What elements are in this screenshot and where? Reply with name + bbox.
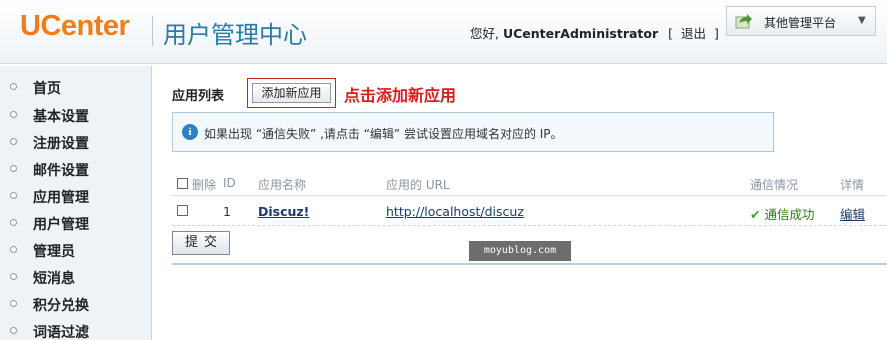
notice-text: 如果出现 “通信失败” ,请点击 “编辑” 尝试设置应用域名对应的 IP。 [204,127,563,141]
divider [172,263,887,265]
sidebar-item-label: 注册设置 [33,136,89,152]
col-detail: 详情 [840,178,865,192]
platform-switcher[interactable]: 其他管理平台 ▼ [726,6,876,36]
annotation-text: 点击添加新应用 [344,86,457,105]
app-name-link[interactable]: Discuz! [258,204,309,219]
submit-button[interactable]: 提交 [172,231,230,255]
sidebar-item-basic-settings[interactable]: 基本设置 [0,102,152,129]
bullet-icon [10,165,17,172]
check-icon: ✔ [750,207,761,222]
sidebar-item-label: 应用管理 [33,190,89,206]
username: UCenterAdministrator [502,26,659,41]
info-icon: i [182,124,198,140]
bullet-icon [10,273,17,280]
col-id: ID [223,176,236,190]
bullet-icon [10,327,17,334]
page-title: 用户管理中心 [163,21,307,49]
logo-divider [152,16,153,46]
logo: UCenter [20,10,130,42]
bullet-icon [10,111,17,118]
sidebar-item-app-management[interactable]: 应用管理 [0,183,152,210]
bullet-icon [10,83,17,90]
bullet-icon [10,138,17,145]
sidebar-item-label: 管理员 [33,244,75,260]
logout-bracket-open: [ [668,26,674,41]
chevron-down-icon: ▼ [858,15,866,26]
table-header: 删除 ID 应用名称 应用的 URL 通信情况 详情 [172,170,887,196]
bullet-icon [10,219,17,226]
greeting: 您好, [470,26,499,41]
main-content: 应用列表 添加新应用 点击添加新应用 i 如果出现 “通信失败” ,请点击 “编… [152,66,887,340]
col-status: 通信情况 [750,178,799,192]
app-url-link[interactable]: http://localhost/discuz [386,204,524,219]
sidebar-item-user-management[interactable]: 用户管理 [0,210,152,237]
sidebar-item-label: 积分兑换 [33,298,89,314]
sidebar: 首页 基本设置 注册设置 邮件设置 应用管理 用户管理 管理员 短消息 积分兑换… [0,66,152,340]
section-title: 应用列表 [172,89,225,104]
sidebar-item-admins[interactable]: 管理员 [0,237,152,264]
sidebar-item-word-filter[interactable]: 词语过滤 [0,318,152,340]
row-id: 1 [223,204,231,219]
sidebar-item-label: 词语过滤 [33,325,89,340]
col-delete: 删除 [192,178,217,192]
bullet-icon [10,300,17,307]
watermark: moyublog.com [469,241,571,261]
sidebar-item-label: 短消息 [33,271,75,287]
header: UCenter 用户管理中心 您好, UCenterAdministrator … [0,0,887,64]
sidebar-item-label: 邮件设置 [33,163,89,179]
logout-bracket-close: ] [714,26,719,41]
sidebar-item-mail-settings[interactable]: 邮件设置 [0,156,152,183]
select-all-checkbox[interactable] [177,178,188,189]
col-url: 应用的 URL [386,178,450,192]
user-bar: 您好, UCenterAdministrator [ 退出 ] [470,23,719,42]
platform-label: 其他管理平台 [764,16,837,30]
col-name: 应用名称 [258,178,307,192]
sidebar-item-home[interactable]: 首页 [0,74,152,101]
table-row: 1 Discuz! http://localhost/discuz ✔ 通信成功 … [172,196,887,226]
sidebar-item-label: 用户管理 [33,217,89,233]
bullet-icon [10,246,17,253]
sidebar-item-label: 首页 [33,81,61,97]
add-app-button[interactable]: 添加新应用 [252,83,331,103]
bullet-icon [10,192,17,199]
row-delete-checkbox[interactable] [177,205,188,216]
info-notice: i 如果出现 “通信失败” ,请点击 “编辑” 尝试设置应用域名对应的 IP。 [172,112,774,152]
sidebar-item-credit-exchange[interactable]: 积分兑换 [0,291,152,318]
logout-link[interactable]: 退出 [681,26,706,41]
add-button-highlight: 添加新应用 [247,78,336,108]
status-cell: ✔ 通信成功 [750,204,815,223]
sidebar-item-label: 基本设置 [33,109,89,125]
sidebar-item-registration-settings[interactable]: 注册设置 [0,129,152,156]
sidebar-item-messages[interactable]: 短消息 [0,264,152,291]
edit-link[interactable]: 编辑 [840,204,865,223]
status-text: 通信成功 [764,207,815,222]
forward-arrow-icon [735,14,752,29]
